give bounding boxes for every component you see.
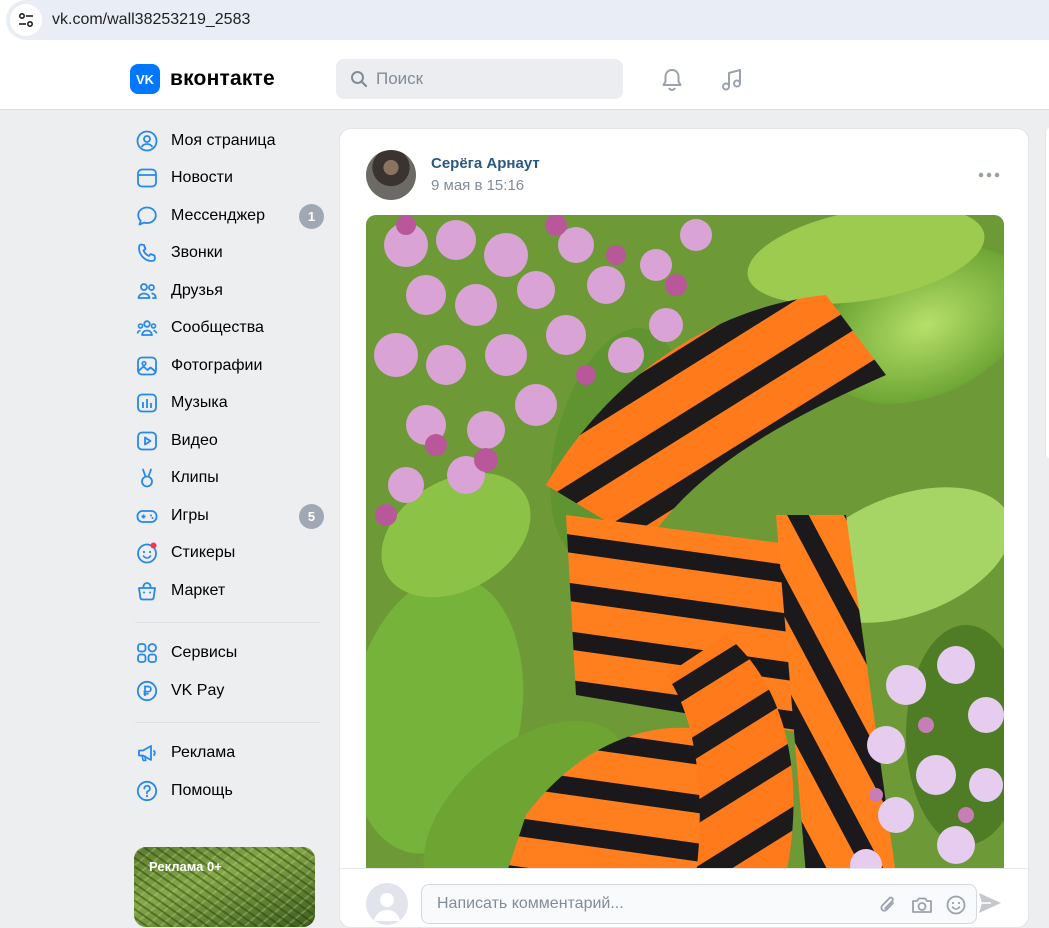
sidebar-item-my-page[interactable]: Моя страница [130,122,330,160]
comment-input[interactable] [437,895,817,913]
browser-address-bar: vk.com/wall38253219_2583 [0,0,1049,48]
sidebar-item-label: Новости [171,169,233,187]
sidebar-divider [135,721,320,723]
emoji-icon[interactable] [944,893,968,917]
megaphone-icon [135,741,159,765]
author-avatar[interactable] [366,150,416,200]
post-more-options-icon[interactable] [976,165,1002,185]
video-icon [135,429,159,453]
phone-icon [135,241,159,265]
paperclip-icon[interactable] [876,893,900,917]
services-icon [135,641,159,665]
vk-logo[interactable]: VK вконтакте [130,64,275,94]
right-column-edge [1045,128,1049,458]
games-count-badge: 5 [299,504,324,529]
sidebar-item-games[interactable]: Игры 5 [130,497,330,535]
sidebar-divider [135,621,320,623]
music-note-icon[interactable] [718,66,746,94]
sidebar-item-market[interactable]: Маркет [130,572,330,610]
vk-logo-text: вконтакте [170,67,275,90]
ribbon-lilac-photo [366,215,1004,875]
message-icon [135,204,159,228]
search-icon [351,71,368,88]
clips-icon [135,466,159,490]
comment-composer [340,868,1028,927]
gamepad-icon [135,504,159,528]
sidebar-item-label: Клипы [171,469,219,487]
vk-header: VK вконтакте [0,48,1049,110]
sidebar-item-communities[interactable]: Сообщества [130,310,330,348]
sidebar-item-label: Друзья [171,281,223,299]
sidebar-item-label: Мессенджер [171,206,265,224]
comment-attach-tools [876,893,968,917]
sidebar-item-label: Сервисы [171,644,238,662]
messenger-count-badge: 1 [299,204,324,229]
sticker-icon [135,541,159,565]
friends-icon [135,279,159,303]
send-comment-icon[interactable] [976,889,1004,917]
ad-banner-label: Реклама 0+ [149,859,222,874]
sidebar-item-music[interactable]: Музыка [130,385,330,423]
sidebar-item-label: Реклама [171,744,236,762]
sidebar-ad-banner[interactable]: Реклама 0+ [134,847,315,927]
sidebar-item-calls[interactable]: Звонки [130,235,330,273]
sidebar-item-stickers[interactable]: Стикеры [130,535,330,573]
sidebar-item-services[interactable]: Сервисы [130,635,330,673]
vk-logo-icon: VK [130,64,160,94]
market-icon [135,579,159,603]
sidebar-item-label: Видео [171,431,218,449]
sidebar-item-label: VK Pay [171,681,225,699]
news-icon [135,166,159,190]
sidebar-item-vkpay[interactable]: VK Pay [130,672,330,710]
sidebar-item-label: Стикеры [171,544,236,562]
url-field[interactable]: vk.com/wall38253219_2583 [6,0,1049,40]
sidebar-item-clips[interactable]: Клипы [130,460,330,498]
post-date[interactable]: 9 мая в 15:16 [431,177,524,194]
music-icon [135,391,159,415]
sidebar-item-ads[interactable]: Реклама [130,735,330,773]
user-circle-icon [135,129,159,153]
sidebar-item-messenger[interactable]: Мессенджер 1 [130,197,330,235]
post-photo[interactable] [366,215,1004,875]
sidebar-item-news[interactable]: Новости [130,160,330,198]
comment-field[interactable] [421,884,977,924]
sidebar-item-label: Звонки [171,244,223,262]
communities-icon [135,316,159,340]
vkpay-icon [135,679,159,703]
sidebar-item-label: Игры [171,506,209,524]
wall-post: Серёга Арнаут 9 мая в 15:16 [339,128,1029,928]
search-input[interactable] [376,69,596,89]
sidebar-item-label: Фотографии [171,356,263,374]
site-settings-icon[interactable] [10,4,42,36]
left-sidebar: Моя страница Новости Мессенджер 1 Звонки… [130,122,330,810]
sidebar-item-label: Помощь [171,781,233,799]
sidebar-item-label: Моя страница [171,131,276,149]
sidebar-item-photos[interactable]: Фотографии [130,347,330,385]
sidebar-item-label: Сообщества [171,319,264,337]
sidebar-item-video[interactable]: Видео [130,422,330,460]
sidebar-item-label: Музыка [171,394,228,412]
search-box[interactable] [336,59,623,99]
post-author-link[interactable]: Серёга Арнаут [431,155,540,172]
photo-icon [135,354,159,378]
sidebar-item-help[interactable]: Помощь [130,772,330,810]
sidebar-item-friends[interactable]: Друзья [130,272,330,310]
url-text[interactable]: vk.com/wall38253219_2583 [52,11,250,29]
camera-icon[interactable] [910,893,934,917]
help-icon [135,779,159,803]
sidebar-item-label: Маркет [171,581,226,599]
notifications-bell-icon[interactable] [658,66,686,94]
current-user-avatar[interactable] [366,883,408,925]
